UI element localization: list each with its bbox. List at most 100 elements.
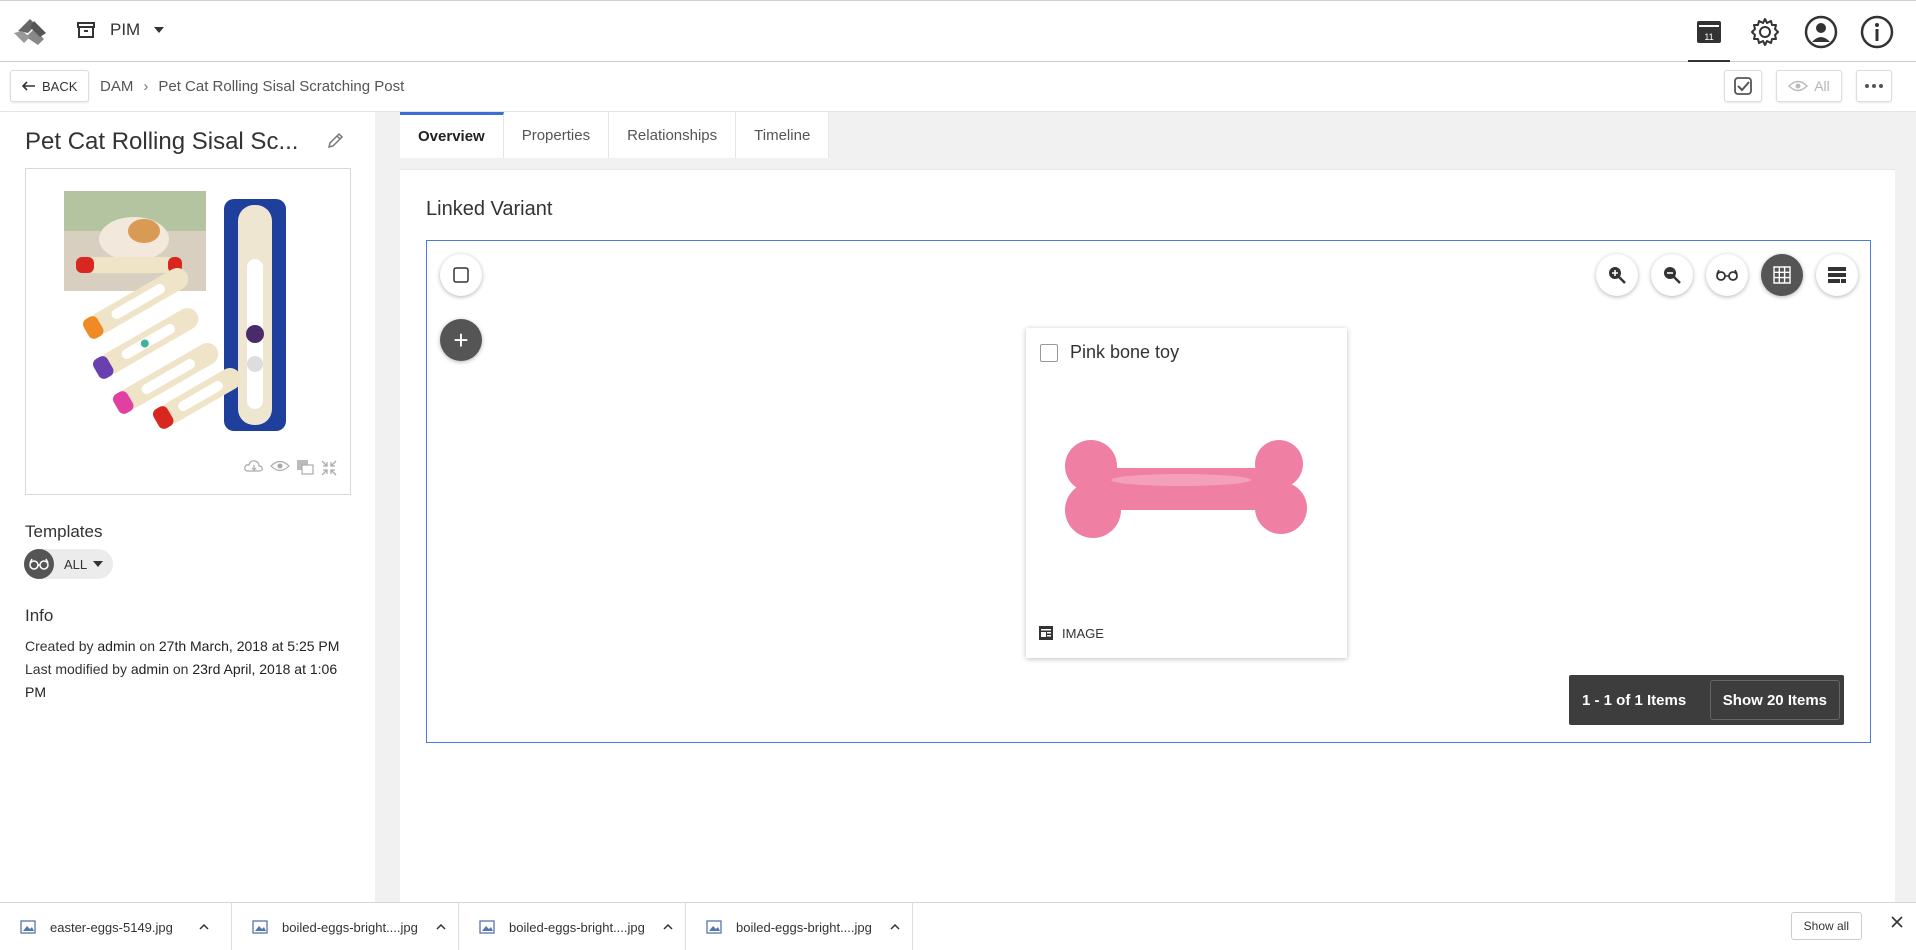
- linked-variant-panel: + Pink bone toy IMAGE 1 - 1 of 1 Items S…: [426, 240, 1871, 743]
- template-selector[interactable]: ALL: [24, 549, 114, 579]
- breadcrumb-current: Pet Cat Rolling Sisal Scratching Post: [158, 78, 405, 95]
- tab-strip-divider: [400, 158, 1895, 170]
- breadcrumb: DAM › Pet Cat Rolling Sisal Scratching P…: [100, 78, 404, 95]
- image-file-icon: [20, 920, 36, 934]
- view-filter-label: All: [1814, 78, 1830, 94]
- tab-bar: Overview Properties Relationships Timeli…: [400, 112, 1895, 158]
- view-mode-button[interactable]: [1706, 254, 1748, 296]
- download-filename: boiled-eggs-bright....jpg: [736, 919, 872, 935]
- more-options-button[interactable]: [1856, 70, 1892, 102]
- download-filename: boiled-eggs-bright....jpg: [509, 919, 645, 935]
- info-icon[interactable]: [1856, 11, 1898, 53]
- tab-timeline[interactable]: Timeline: [736, 112, 830, 158]
- download-item[interactable]: boiled-eggs-bright....jpg: [232, 903, 459, 950]
- modified-prefix: Last modified by: [25, 661, 127, 677]
- complete-check-button[interactable]: [1724, 70, 1762, 102]
- download-filename: easter-eggs-5149.jpg: [50, 919, 173, 935]
- entity-title: Pet Cat Rolling Sisal Sc...: [25, 128, 299, 155]
- notification-count: 11: [1704, 32, 1713, 42]
- template-value: ALL: [64, 556, 88, 572]
- image-file-icon: [479, 920, 495, 934]
- download-item[interactable]: easter-eggs-5149.jpg: [0, 903, 232, 950]
- scratching-post-image: [64, 191, 286, 431]
- checkbox-icon: [453, 267, 469, 283]
- tab-overview[interactable]: Overview: [400, 112, 504, 158]
- zoom-in-icon: [1609, 267, 1626, 284]
- check-circle-icon: [1734, 77, 1752, 95]
- right-gutter: [1895, 112, 1916, 902]
- image-file-icon: [252, 920, 268, 934]
- zoom-in-button[interactable]: [1596, 254, 1638, 296]
- created-user: admin: [97, 638, 136, 654]
- modified-on: on: [172, 661, 189, 677]
- breadcrumb-separator: ›: [143, 78, 149, 95]
- gear-icon[interactable]: [1744, 11, 1786, 53]
- created-on: on: [139, 638, 155, 654]
- pagination-range: 1 - 1 of 1 Items: [1582, 691, 1687, 709]
- download-item[interactable]: boiled-eggs-bright....jpg: [459, 903, 686, 950]
- eye-icon: [1788, 80, 1809, 92]
- glasses-icon: [1716, 269, 1738, 281]
- select-all-checkbox[interactable]: [440, 254, 482, 296]
- zoom-out-button[interactable]: [1651, 254, 1693, 296]
- back-label: BACK: [42, 78, 78, 94]
- card-type: IMAGE: [1038, 625, 1104, 641]
- eye-icon[interactable]: [270, 459, 290, 482]
- modified-user: admin: [130, 661, 169, 677]
- more-horizontal-icon: [1865, 84, 1883, 88]
- caret-down-icon: [154, 27, 165, 33]
- card-type-label: IMAGE: [1062, 625, 1104, 641]
- copy-icon[interactable]: [296, 459, 314, 482]
- grid-view-button[interactable]: [1761, 254, 1803, 296]
- info-label: Info: [25, 606, 54, 625]
- tab-relationships[interactable]: Relationships: [609, 112, 737, 158]
- notifications-box-icon[interactable]: 11: [1688, 11, 1730, 63]
- entity-side-panel: Pet Cat Rolling Sisal Sc... Templates AL…: [0, 112, 375, 902]
- card-checkbox[interactable]: [1040, 344, 1058, 362]
- chevron-up-icon[interactable]: [663, 924, 673, 930]
- download-bar: easter-eggs-5149.jpg boiled-eggs-bright.…: [0, 902, 1916, 950]
- archive-icon: [77, 22, 95, 38]
- glasses-icon: [24, 549, 54, 579]
- linked-variant-title: Linked Variant: [426, 198, 553, 220]
- modified-line: Last modified by admin on 23rd April, 20…: [25, 658, 345, 704]
- main-content: Overview Properties Relationships Timeli…: [400, 112, 1895, 902]
- list-icon: [1828, 267, 1846, 283]
- entity-thumbnail[interactable]: [25, 168, 351, 495]
- list-view-button[interactable]: [1816, 254, 1858, 296]
- chevron-up-icon[interactable]: [890, 924, 900, 930]
- breadcrumb-bar: BACK DAM › Pet Cat Rolling Sisal Scratch…: [0, 62, 1916, 112]
- collapse-icon[interactable]: [320, 459, 338, 482]
- created-line: Created by admin on 27th March, 2018 at …: [25, 635, 345, 658]
- page-size-button[interactable]: Show 20 Items: [1709, 680, 1840, 720]
- download-filename: boiled-eggs-bright....jpg: [282, 919, 418, 935]
- chevron-up-icon[interactable]: [436, 924, 446, 930]
- add-linked-button[interactable]: +: [440, 319, 482, 361]
- app-switcher[interactable]: PIM: [76, 20, 165, 40]
- arrow-left-icon: [22, 81, 35, 91]
- asset-card[interactable]: Pink bone toy IMAGE: [1026, 328, 1347, 658]
- pencil-edit-icon[interactable]: [326, 132, 344, 150]
- download-item[interactable]: boiled-eggs-bright....jpg: [686, 903, 913, 950]
- grid-icon: [1773, 266, 1791, 284]
- panel-gutter: [375, 112, 400, 902]
- image-file-icon: [706, 920, 722, 934]
- pagination-bar: 1 - 1 of 1 Items Show 20 Items: [1569, 675, 1844, 725]
- user-account-icon[interactable]: [1800, 11, 1842, 53]
- close-icon[interactable]: [1890, 915, 1904, 929]
- templates-label: Templates: [25, 522, 103, 541]
- view-filter-button[interactable]: All: [1776, 70, 1842, 102]
- breadcrumb-dam[interactable]: DAM: [100, 78, 133, 95]
- created-date: 27th March, 2018 at 5:25 PM: [158, 638, 340, 654]
- chevron-up-icon[interactable]: [199, 924, 209, 930]
- created-prefix: Created by: [25, 638, 94, 654]
- tab-properties[interactable]: Properties: [503, 112, 610, 158]
- cloud-download-icon[interactable]: [244, 459, 264, 482]
- pink-bone-image: [1065, 440, 1307, 538]
- show-all-downloads-button[interactable]: Show all: [1790, 912, 1862, 940]
- logo-icon[interactable]: [8, 13, 54, 49]
- back-button[interactable]: BACK: [10, 70, 90, 102]
- image-type-icon: [1039, 626, 1053, 640]
- card-title: Pink bone toy: [1070, 342, 1180, 362]
- info-details: Created by admin on 27th March, 2018 at …: [25, 635, 345, 704]
